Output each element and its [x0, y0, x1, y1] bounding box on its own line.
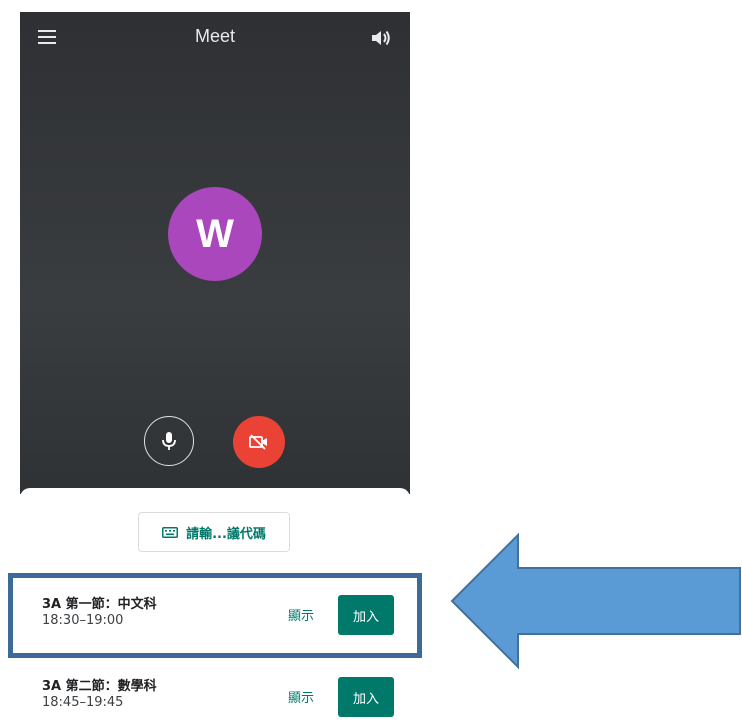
enter-meeting-code-label: 請輸...議代碼	[186, 526, 266, 542]
camera-toggle-button[interactable]	[233, 416, 285, 468]
join-button[interactable]: 加入	[338, 677, 394, 717]
avatar: W	[168, 187, 262, 281]
microphone-toggle-button[interactable]	[144, 416, 194, 466]
speaker-volume-icon[interactable]	[370, 28, 392, 48]
keyboard-icon	[162, 526, 179, 538]
left-arrow-icon	[450, 532, 741, 670]
meeting-preview: Meet W	[20, 12, 410, 494]
show-details-link[interactable]: 顯示	[288, 687, 314, 706]
enter-meeting-code-button[interactable]: 請輸...議代碼	[138, 512, 290, 552]
meeting-title: 3A 第二節：數學科	[42, 679, 157, 694]
camera-off-icon	[249, 434, 267, 450]
meeting-time: 18:45–19:45	[42, 695, 124, 710]
meeting-list-item: 3A 第二節：數學科 18:45–19:45 顯示 加入	[20, 665, 410, 727]
microphone-icon	[162, 432, 176, 450]
top-app-bar: Meet	[20, 12, 410, 64]
app-title: Meet	[194, 26, 236, 46]
highlight-annotation-box	[8, 573, 422, 658]
